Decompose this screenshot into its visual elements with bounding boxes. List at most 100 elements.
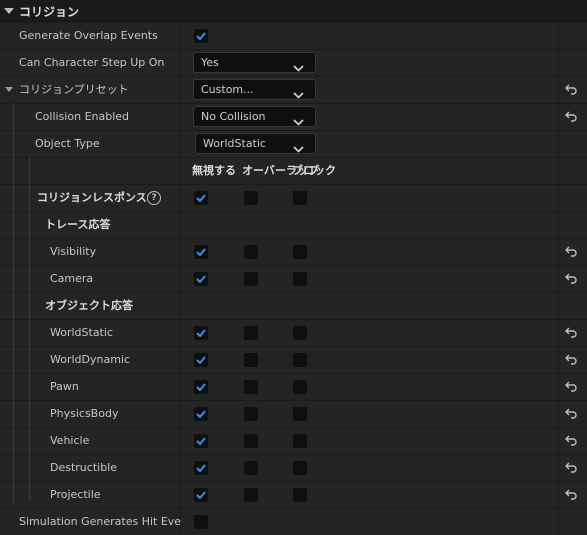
object-3-block-checkbox[interactable] [293,407,307,421]
collision-responses-label: コリジョンレスポンス [37,191,147,204]
object-5-block-checkbox[interactable] [293,461,307,475]
simulation-generates-hit-events-checkbox[interactable] [194,515,208,529]
reset-arrow-icon[interactable] [565,84,577,98]
object-1-ignore-checkbox[interactable] [194,353,208,367]
object-1-block-checkbox[interactable] [293,353,307,367]
object-2-block-checkbox[interactable] [293,380,307,394]
column-divider [180,266,181,292]
reset-column-divider [558,158,559,184]
collision-presets-dropdown[interactable]: Custom... [193,79,316,100]
reset-arrow-icon[interactable] [565,462,577,476]
row-can-character-step-up-on: Can Character Step Up On Yes [0,49,587,76]
row-object-0: WorldStatic [0,319,587,346]
reset-column-divider [558,428,559,454]
row-object-responses: オブジェクト応答 [0,292,587,319]
reset-arrow-icon[interactable] [565,381,577,395]
column-divider [180,239,181,265]
object-5-overlap-checkbox[interactable] [244,461,258,475]
reset-column-divider [558,239,559,265]
collision-section-header[interactable]: コリジョン [0,0,587,22]
reset-column-divider [558,23,559,49]
object-6-overlap-checkbox[interactable] [244,488,258,502]
row-trace-1: Camera [0,265,587,292]
can-character-step-up-on-label: Can Character Step Up On [19,56,165,69]
object-response-label: Projectile [50,488,101,501]
object-0-block-checkbox[interactable] [293,326,307,340]
reset-arrow-icon[interactable] [565,111,577,125]
row-simulation-generates-hit-events: Simulation Generates Hit Eve [0,508,587,535]
collapse-triangle-icon[interactable] [5,87,13,92]
column-divider [180,77,181,103]
object-0-overlap-checkbox[interactable] [244,326,258,340]
object-6-ignore-checkbox[interactable] [194,488,208,502]
collapse-triangle-icon[interactable] [4,8,14,14]
object-4-overlap-checkbox[interactable] [244,434,258,448]
help-circle-icon[interactable]: ? [147,191,161,205]
object-responses-label: オブジェクト応答 [45,299,133,312]
column-divider [180,104,181,130]
trace-response-label: Visibility [50,245,97,258]
object-1-overlap-checkbox[interactable] [244,353,258,367]
row-collision-presets: コリジョンプリセット Custom... [0,76,587,103]
trace-0-overlap-checkbox[interactable] [244,245,258,259]
column-divider [180,428,181,454]
reset-column-divider [558,266,559,292]
collision-responses-overlap-checkbox[interactable] [244,191,258,205]
object-6-block-checkbox[interactable] [293,488,307,502]
trace-1-overlap-checkbox[interactable] [244,272,258,286]
section-title: コリジョン [19,4,80,19]
generate-overlap-events-label: Generate Overlap Events [19,29,158,42]
trace-1-ignore-checkbox[interactable] [194,272,208,286]
column-divider [180,212,181,238]
object-3-overlap-checkbox[interactable] [244,407,258,421]
reset-arrow-icon[interactable] [565,408,577,422]
column-divider [180,401,181,427]
dropdown-value: Custom... [201,83,254,96]
reset-column-divider [558,185,559,211]
reset-arrow-icon[interactable] [565,435,577,449]
check-icon [196,464,206,472]
reset-column-divider [558,293,559,319]
row-object-type: Object Type WorldStatic [0,130,587,157]
trace-1-block-checkbox[interactable] [293,272,307,286]
row-collision-enabled: Collision Enabled No Collision [0,103,587,130]
reset-arrow-icon[interactable] [565,327,577,341]
check-icon [196,32,206,40]
row-object-4: Vehicle [0,427,587,454]
object-2-ignore-checkbox[interactable] [194,380,208,394]
object-response-label: WorldDynamic [50,353,131,366]
row-object-6: Projectile [0,481,587,508]
object-response-label: Destructible [50,461,117,474]
object-4-ignore-checkbox[interactable] [194,434,208,448]
reset-arrow-icon[interactable] [565,354,577,368]
row-collision-responses: コリジョンレスポンス? [0,184,587,211]
trace-0-block-checkbox[interactable] [293,245,307,259]
reset-column-divider [558,77,559,103]
indent-guide [13,103,14,504]
reset-column-divider [558,347,559,373]
reset-column-divider [558,401,559,427]
indent-guide [29,157,30,500]
trace-response-label: Camera [50,272,94,285]
object-2-overlap-checkbox[interactable] [244,380,258,394]
can-character-step-up-on-dropdown[interactable]: Yes [193,52,316,73]
generate-overlap-events-checkbox[interactable] [194,29,208,43]
object-3-ignore-checkbox[interactable] [194,407,208,421]
object-0-ignore-checkbox[interactable] [194,326,208,340]
object-4-block-checkbox[interactable] [293,434,307,448]
collision-responses-ignore-checkbox[interactable] [194,191,208,205]
reset-arrow-icon[interactable] [565,273,577,287]
object-type-dropdown[interactable]: WorldStatic [195,133,316,154]
reset-column-divider [558,131,559,157]
reset-column-divider [558,212,559,238]
collision-enabled-dropdown[interactable]: No Collision [193,106,316,127]
column-divider [180,482,181,508]
reset-arrow-icon[interactable] [565,489,577,503]
trace-0-ignore-checkbox[interactable] [194,245,208,259]
collision-panel: コリジョン Generate Overlap Events Can Charact… [0,0,587,535]
column-divider [180,158,181,184]
collision-responses-block-checkbox[interactable] [293,191,307,205]
object-5-ignore-checkbox[interactable] [194,461,208,475]
reset-arrow-icon[interactable] [565,246,577,260]
reset-column-divider [558,374,559,400]
